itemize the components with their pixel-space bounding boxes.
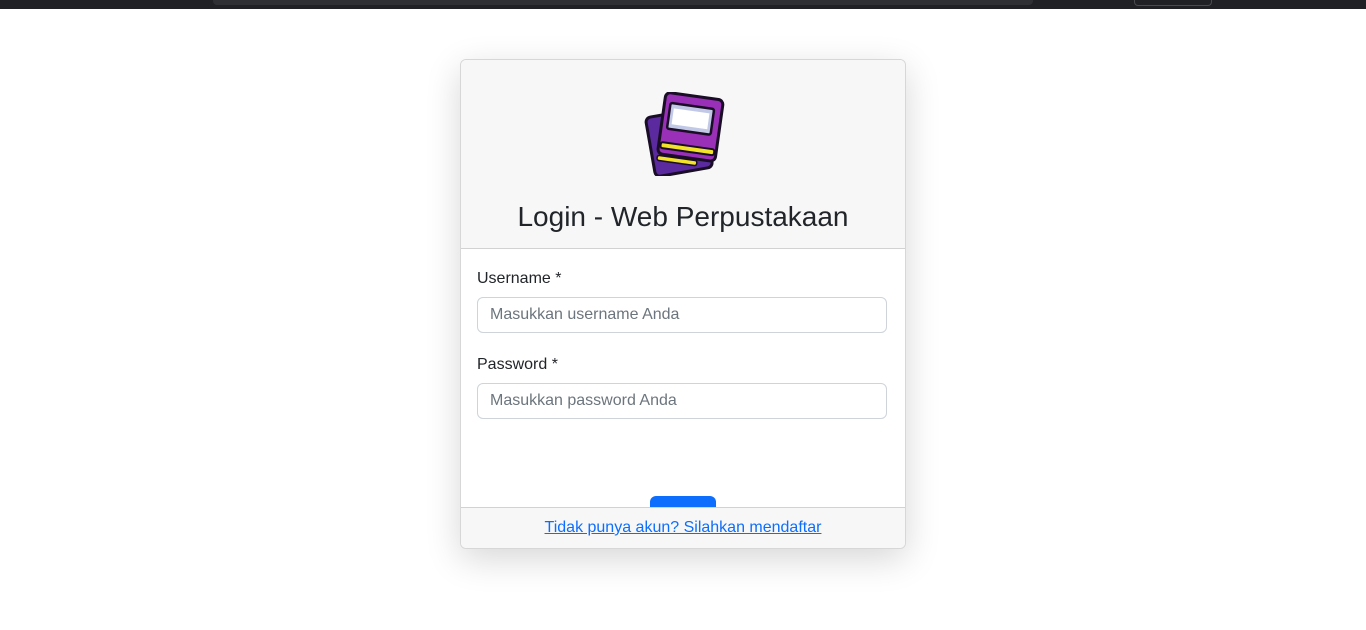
username-label: Username * xyxy=(477,270,562,287)
login-card: Login - Web Perpustakaan Username * Pass… xyxy=(460,59,906,549)
register-link[interactable]: Tidak punya akun? Silahkan mendaftar xyxy=(545,518,822,538)
username-input[interactable] xyxy=(477,297,887,333)
login-form: Username * Password * Login xyxy=(461,249,905,534)
login-card-footer: Tidak punya akun? Silahkan mendaftar xyxy=(461,507,905,548)
browser-button[interactable] xyxy=(1134,0,1212,6)
address-bar[interactable] xyxy=(213,0,1033,5)
book-icon xyxy=(644,92,725,176)
login-card-header: Login - Web Perpustakaan xyxy=(461,60,905,249)
browser-top-bar xyxy=(0,0,1366,9)
password-input[interactable] xyxy=(477,383,887,419)
password-label: Password * xyxy=(477,356,558,373)
page-title: Login - Web Perpustakaan xyxy=(517,201,849,232)
